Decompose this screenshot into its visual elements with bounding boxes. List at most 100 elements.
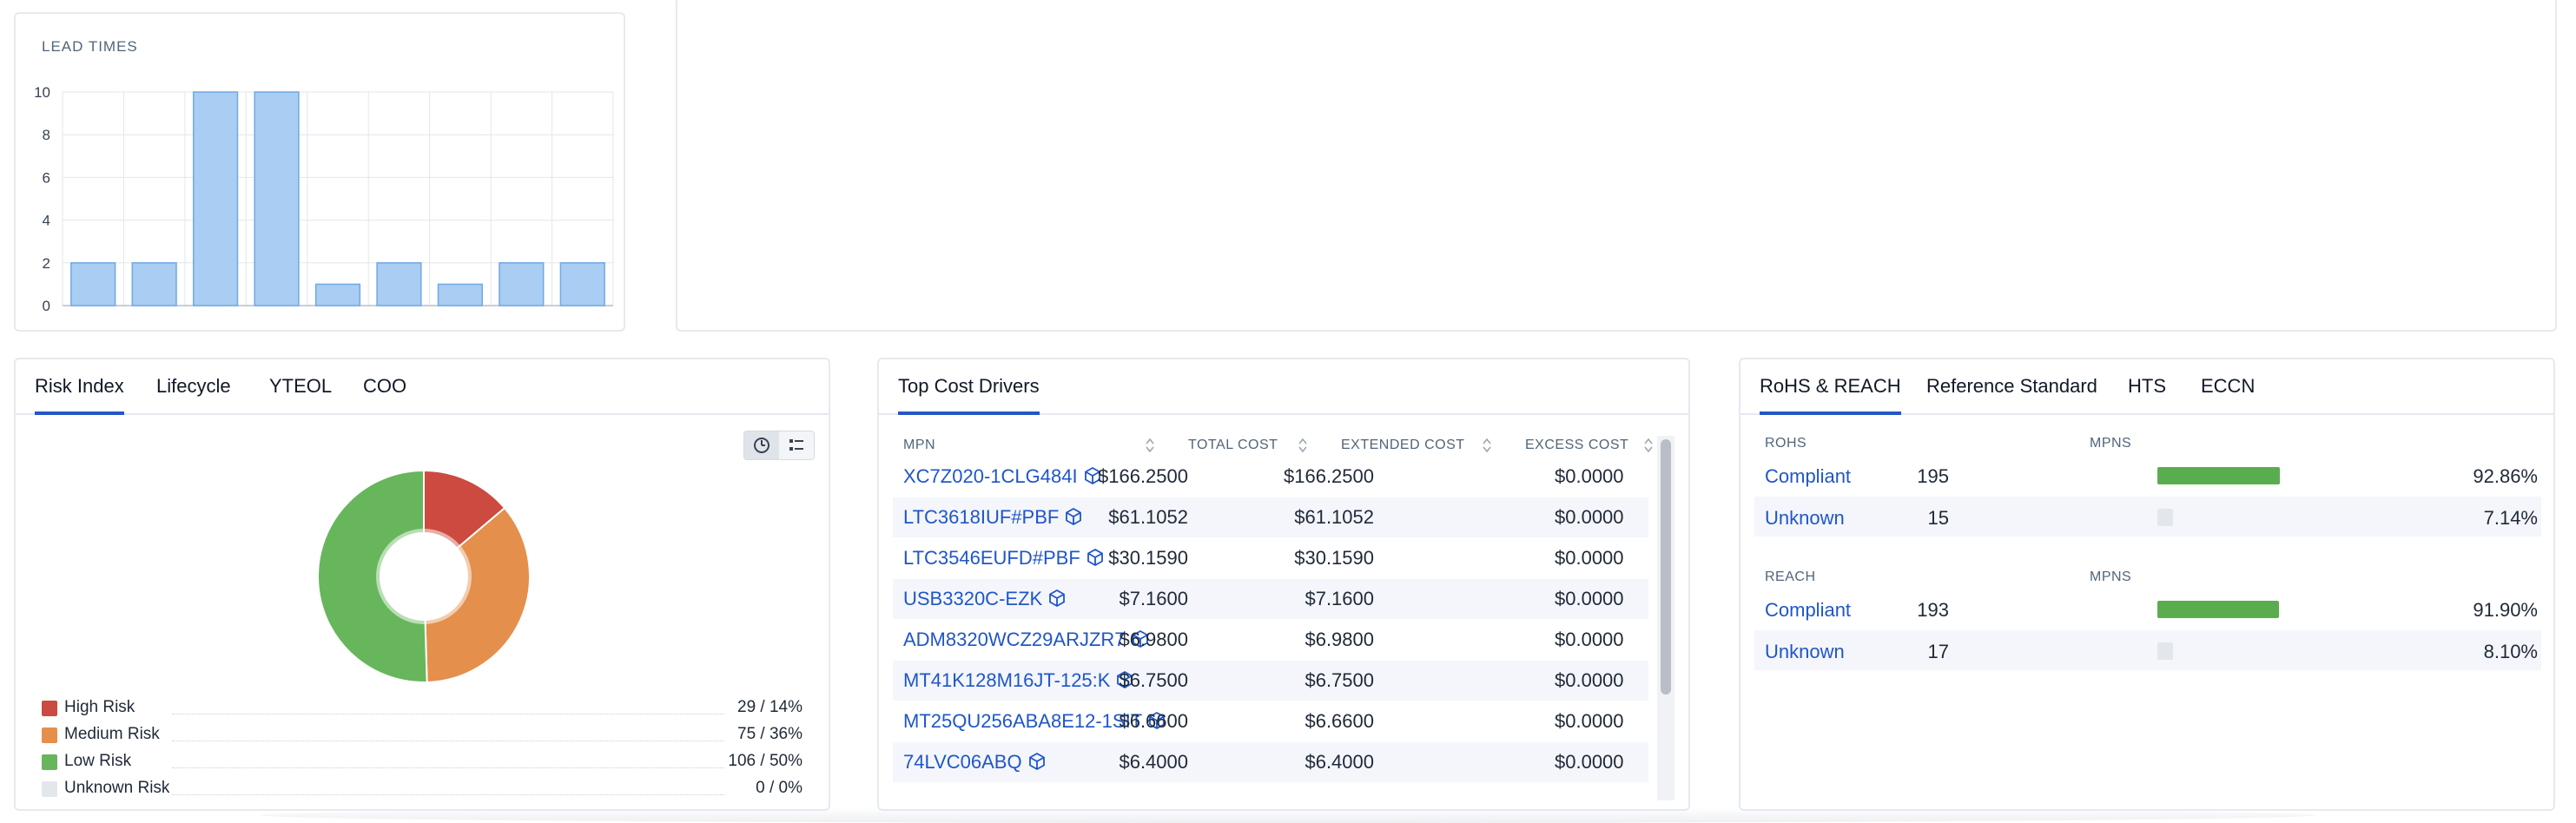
mpn-link[interactable]: LTC3546EUFD#PBF <box>903 547 1080 569</box>
total-cost-cell: $61.1052 <box>1108 506 1188 528</box>
mpn-link[interactable]: ADM8320WCZ29ARJZR7 <box>903 629 1126 650</box>
header-total-cost[interactable]: TOTAL COST <box>1188 438 1278 453</box>
reach-row-band <box>1754 630 2541 670</box>
mpn-link[interactable]: MT25QU256ABA8E12-1SIT <box>903 710 1142 732</box>
extended-cost-cell: $166.2500 <box>1284 465 1374 487</box>
bar[interactable] <box>131 262 177 306</box>
rohs-progress-bar <box>2157 509 2173 526</box>
excess-cost-cell: $0.0000 <box>1555 710 1624 732</box>
rohs-status-link[interactable]: Compliant <box>1765 465 1851 488</box>
empty-panel <box>676 0 2557 332</box>
legend-leader <box>172 794 724 795</box>
bar[interactable] <box>314 283 361 306</box>
cost-drivers-panel: Top Cost Drivers MPN TOTAL COST EXTENDED… <box>877 358 1690 811</box>
sort-icon[interactable] <box>1643 438 1654 453</box>
table-row[interactable]: MT25QU256ABA8E12-1SIT $6.6600 $6.6600 $0.00… <box>879 710 1652 736</box>
reach-status-link[interactable]: Unknown <box>1765 641 1845 663</box>
rohs-mpns-header: MPNS <box>2090 436 2132 451</box>
table-row[interactable]: USB3320C-EZK $7.1600 $7.1600 $0.0000 <box>879 588 1652 614</box>
bar[interactable] <box>437 283 483 306</box>
sort-icon[interactable] <box>1145 438 1155 453</box>
tab-lifecycle[interactable]: Lifecycle <box>156 375 231 412</box>
mpn-cell[interactable]: LTC3546EUFD#PBF <box>903 547 1105 570</box>
header-excess-cost[interactable]: EXCESS COST <box>1525 438 1628 453</box>
tab-top-cost-drivers[interactable]: Top Cost Drivers <box>898 375 1040 415</box>
mpn-cell[interactable]: USB3320C-EZK <box>903 588 1067 610</box>
mpn-cell[interactable]: ADM8320WCZ29ARJZR7 <box>903 629 1150 651</box>
table-row[interactable]: MT41K128M16JT-125:K $6.7500 $6.7500 $0.0000 <box>879 669 1652 695</box>
legend-item: High Risk 29 / 14% <box>42 696 803 721</box>
tab-eccn[interactable]: ECCN <box>2201 375 2255 412</box>
reach-status-link[interactable]: Compliant <box>1765 599 1851 622</box>
extended-cost-cell: $6.4000 <box>1305 751 1374 773</box>
tab-reference-standard[interactable]: Reference Standard <box>1926 375 2097 412</box>
risk-donut-chart <box>317 469 531 683</box>
table-row[interactable]: XC7Z020-1CLG484I $166.2500 $166.2500 $0.000… <box>879 465 1652 491</box>
table-row[interactable]: LTC3618IUF#PBF $61.1052 $61.1052 $0.0000 <box>879 506 1652 532</box>
mpn-cell[interactable]: XC7Z020-1CLG484I <box>903 465 1102 488</box>
list-icon[interactable] <box>779 431 814 459</box>
bar[interactable] <box>70 262 116 306</box>
legend-value: 0 / 0% <box>756 779 803 797</box>
legend-swatch <box>42 728 57 743</box>
mpn-link[interactable]: USB3320C-EZK <box>903 588 1042 609</box>
compliance-panel: RoHS & REACH Reference Standard HTS ECCN… <box>1739 358 2555 811</box>
donut-hole <box>386 538 462 615</box>
legend-label: Medium Risk <box>64 725 160 743</box>
table-row[interactable]: ADM8320WCZ29ARJZR7 $6.9800 $6.9800 $0.0000 <box>879 629 1652 655</box>
package-icon[interactable] <box>1047 589 1067 608</box>
extended-cost-cell: $30.1590 <box>1294 547 1374 569</box>
legend-swatch <box>42 701 57 716</box>
bar[interactable] <box>559 262 605 306</box>
total-cost-cell: $6.6600 <box>1119 710 1188 732</box>
rohs-percent: 92.86% <box>2473 465 2538 487</box>
y-tick-label: 2 <box>43 255 50 272</box>
header-mpn[interactable]: MPN <box>903 438 935 453</box>
bar[interactable] <box>499 262 545 306</box>
mpn-cell[interactable]: 74LVC06ABQ <box>903 751 1047 774</box>
tab-rohs-reach[interactable]: RoHS & REACH <box>1760 375 1901 415</box>
mpn-link[interactable]: LTC3618IUF#PBF <box>903 506 1059 528</box>
sort-icon[interactable] <box>1298 438 1308 453</box>
tab-yteol[interactable]: YTEOL <box>269 375 332 412</box>
table-row[interactable]: 74LVC06ABQ $6.4000 $6.4000 $0.0000 <box>879 751 1652 777</box>
mpn-link[interactable]: XC7Z020-1CLG484I <box>903 465 1078 487</box>
y-tick-label: 10 <box>34 84 50 101</box>
mpn-link[interactable]: 74LVC06ABQ <box>903 751 1022 773</box>
rohs-header: ROHS <box>1765 436 1807 451</box>
y-tick-label: 8 <box>43 127 50 143</box>
excess-cost-cell: $0.0000 <box>1555 751 1624 773</box>
package-icon[interactable] <box>1027 752 1047 771</box>
package-icon[interactable] <box>1086 548 1105 567</box>
total-cost-cell: $6.4000 <box>1119 751 1188 773</box>
legend-value: 106 / 50% <box>728 752 803 770</box>
bar[interactable] <box>254 91 300 306</box>
mpn-link[interactable]: MT41K128M16JT-125:K <box>903 669 1110 691</box>
extended-cost-cell: $6.7500 <box>1305 669 1374 691</box>
rohs-status-link[interactable]: Unknown <box>1765 507 1845 530</box>
scrollbar-thumb[interactable] <box>1661 439 1671 695</box>
mpn-cell[interactable]: MT41K128M16JT-125:K <box>903 669 1134 692</box>
reach-percent: 91.90% <box>2473 599 2538 621</box>
table-row[interactable]: LTC3546EUFD#PBF $30.1590 $30.1590 $0.0000 <box>879 547 1652 573</box>
pie-chart-icon[interactable] <box>744 431 779 459</box>
header-extended-cost[interactable]: EXTENDED COST <box>1341 438 1465 453</box>
excess-cost-cell: $0.0000 <box>1555 506 1624 528</box>
tab-hts[interactable]: HTS <box>2128 375 2166 412</box>
tab-coo[interactable]: COO <box>363 375 406 412</box>
legend-item: Unknown Risk 0 / 0% <box>42 777 803 801</box>
legend-item: Low Risk 106 / 50% <box>42 750 803 774</box>
tab-risk-index[interactable]: Risk Index <box>35 375 124 415</box>
view-toggle <box>743 431 815 460</box>
bar[interactable] <box>193 91 239 306</box>
extended-cost-cell: $6.9800 <box>1305 629 1374 650</box>
lead-times-panel: LEAD TIMES 0 2 4 6 8 10 <box>14 12 625 332</box>
legend-value: 75 / 36% <box>737 725 803 743</box>
legend-leader <box>172 767 724 768</box>
package-icon[interactable] <box>1064 507 1083 526</box>
rohs-row-band <box>1754 497 2541 537</box>
mpn-cell[interactable]: LTC3618IUF#PBF <box>903 506 1083 529</box>
sort-icon[interactable] <box>1482 438 1492 453</box>
rohs-percent: 7.14% <box>2483 507 2538 529</box>
bar[interactable] <box>376 262 422 306</box>
